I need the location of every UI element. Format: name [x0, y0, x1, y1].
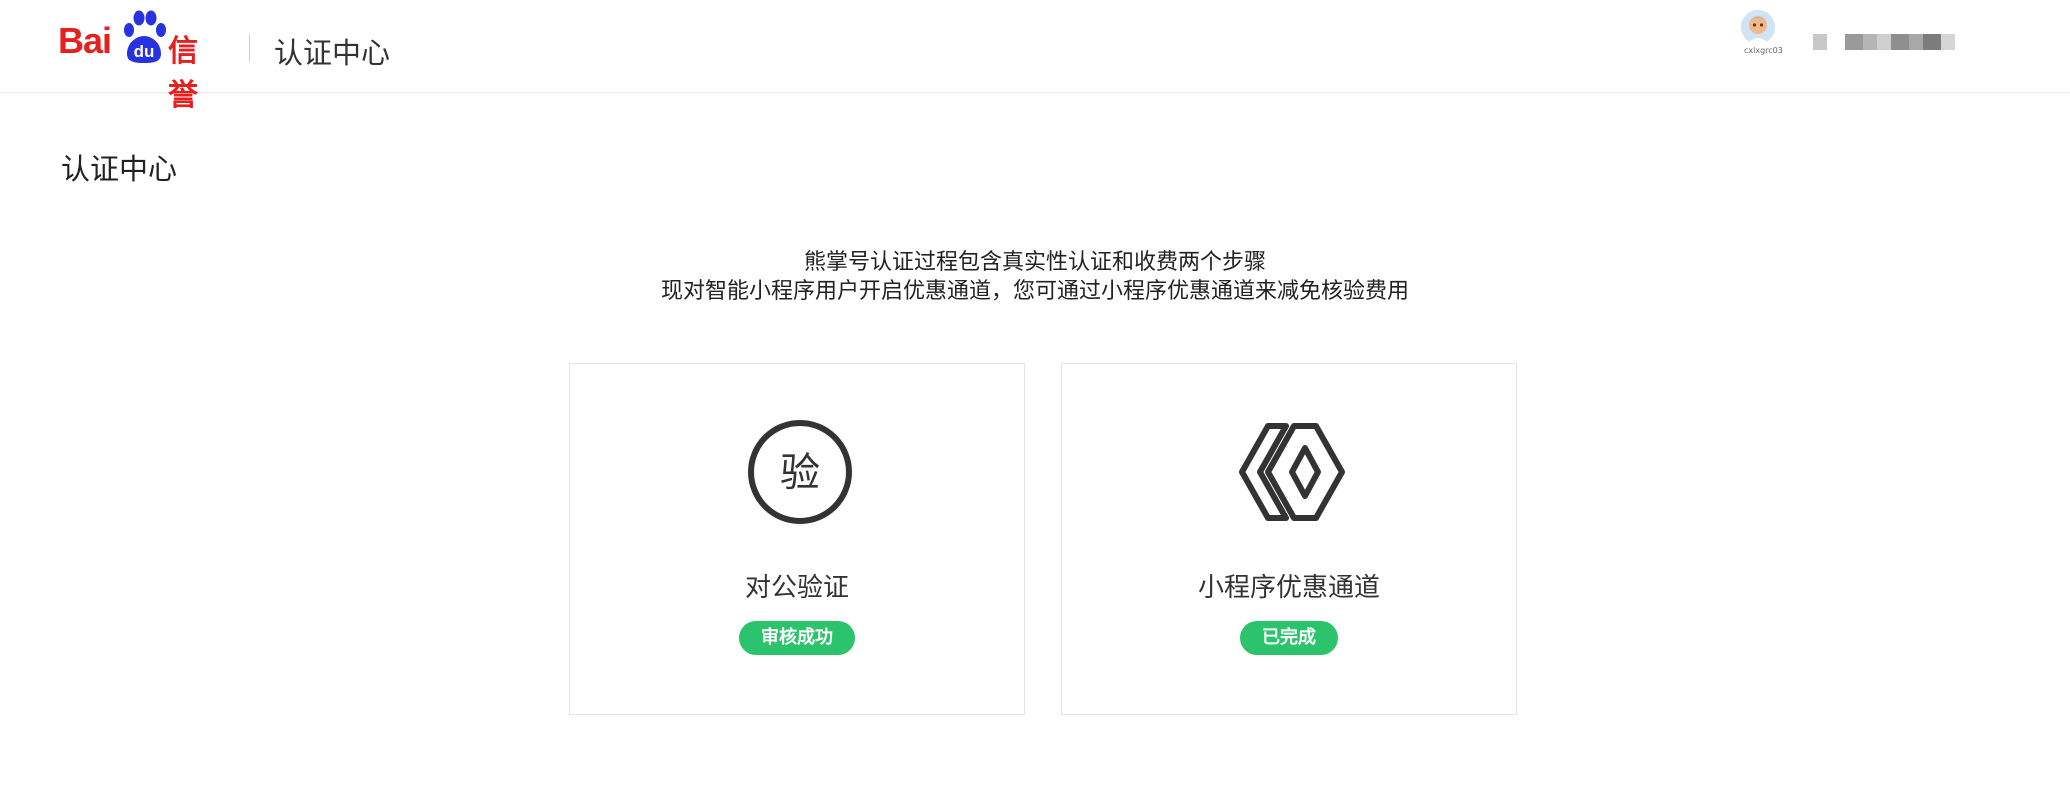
logo-text: Bai: [58, 20, 112, 61]
mini-program-icon: [1239, 423, 1345, 521]
header-divider: [249, 34, 250, 62]
logo-product-text: 信誉: [168, 34, 198, 113]
card-corporate-verification[interactable]: 验 对公验证 审核成功: [569, 363, 1025, 715]
status-badge: 审核成功: [739, 621, 855, 655]
card-title: 对公验证: [744, 573, 849, 603]
intro-line-1: 熊掌号认证过程包含真实性认证和收费两个步骤: [803, 250, 1266, 275]
svg-text:验: 验: [780, 450, 820, 496]
user-avatar[interactable]: [1741, 10, 1775, 44]
username-masked[interactable]: [1813, 34, 1958, 50]
status-badge: 已完成: [1240, 621, 1338, 655]
card-title: 小程序优惠通道: [1197, 573, 1380, 603]
verify-seal-icon: 验: [748, 420, 852, 524]
baidu-paw-icon: du: [124, 10, 166, 63]
avatar-caption: cxlxgrc03: [1744, 46, 1783, 55]
svg-text:du: du: [134, 42, 155, 61]
header-title: 认证中心: [274, 36, 391, 70]
top-navigation-bar: Bai du 信誉 认证中心 cxlxgrc03: [0, 0, 2070, 113]
avatar-icon: [1741, 10, 1775, 44]
page-title: 认证中心: [61, 152, 178, 186]
card-mini-program-channel[interactable]: 小程序优惠通道 已完成: [1061, 363, 1517, 715]
intro-line-2: 现对智能小程序用户开启优惠通道，您可通过小程序优惠通道来减免核验费用: [660, 279, 1409, 304]
